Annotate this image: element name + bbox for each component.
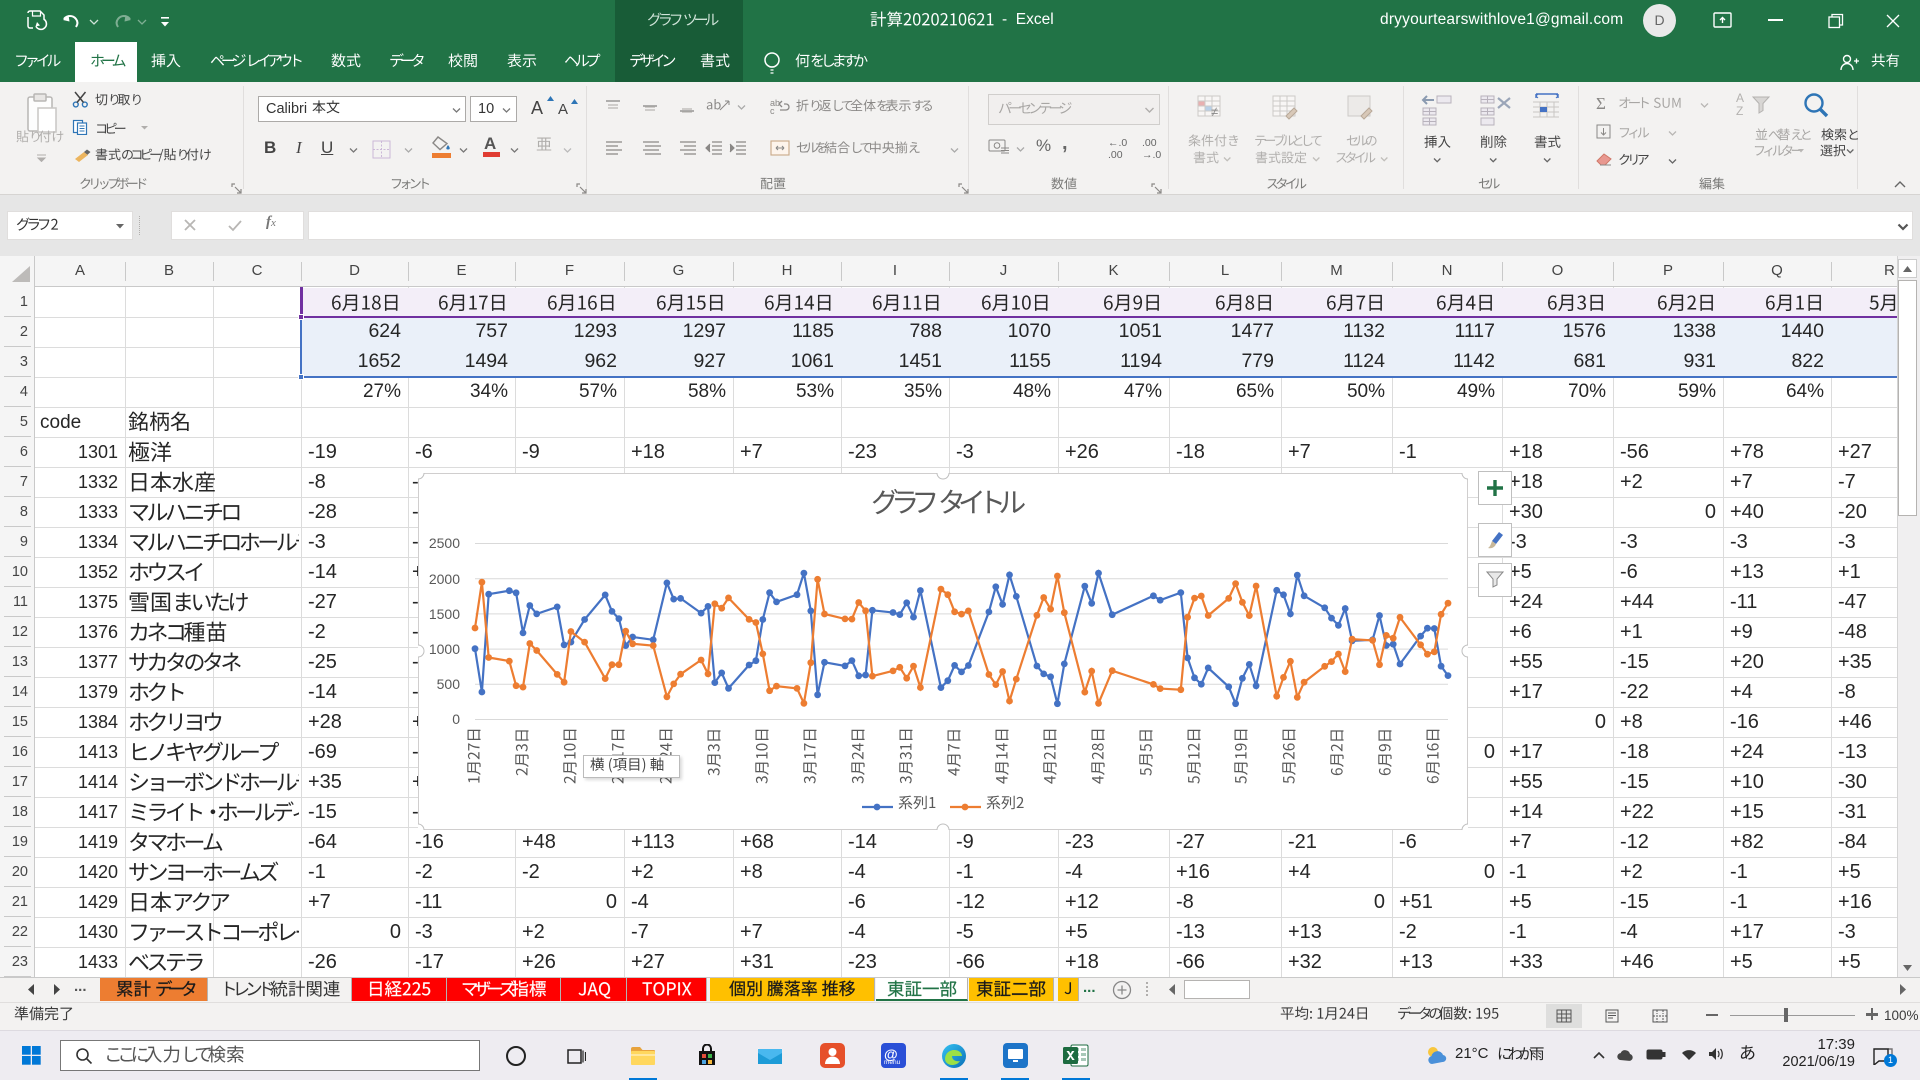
svg-text:c: c (770, 106, 775, 115)
svg-text:≠: ≠ (1211, 104, 1218, 119)
